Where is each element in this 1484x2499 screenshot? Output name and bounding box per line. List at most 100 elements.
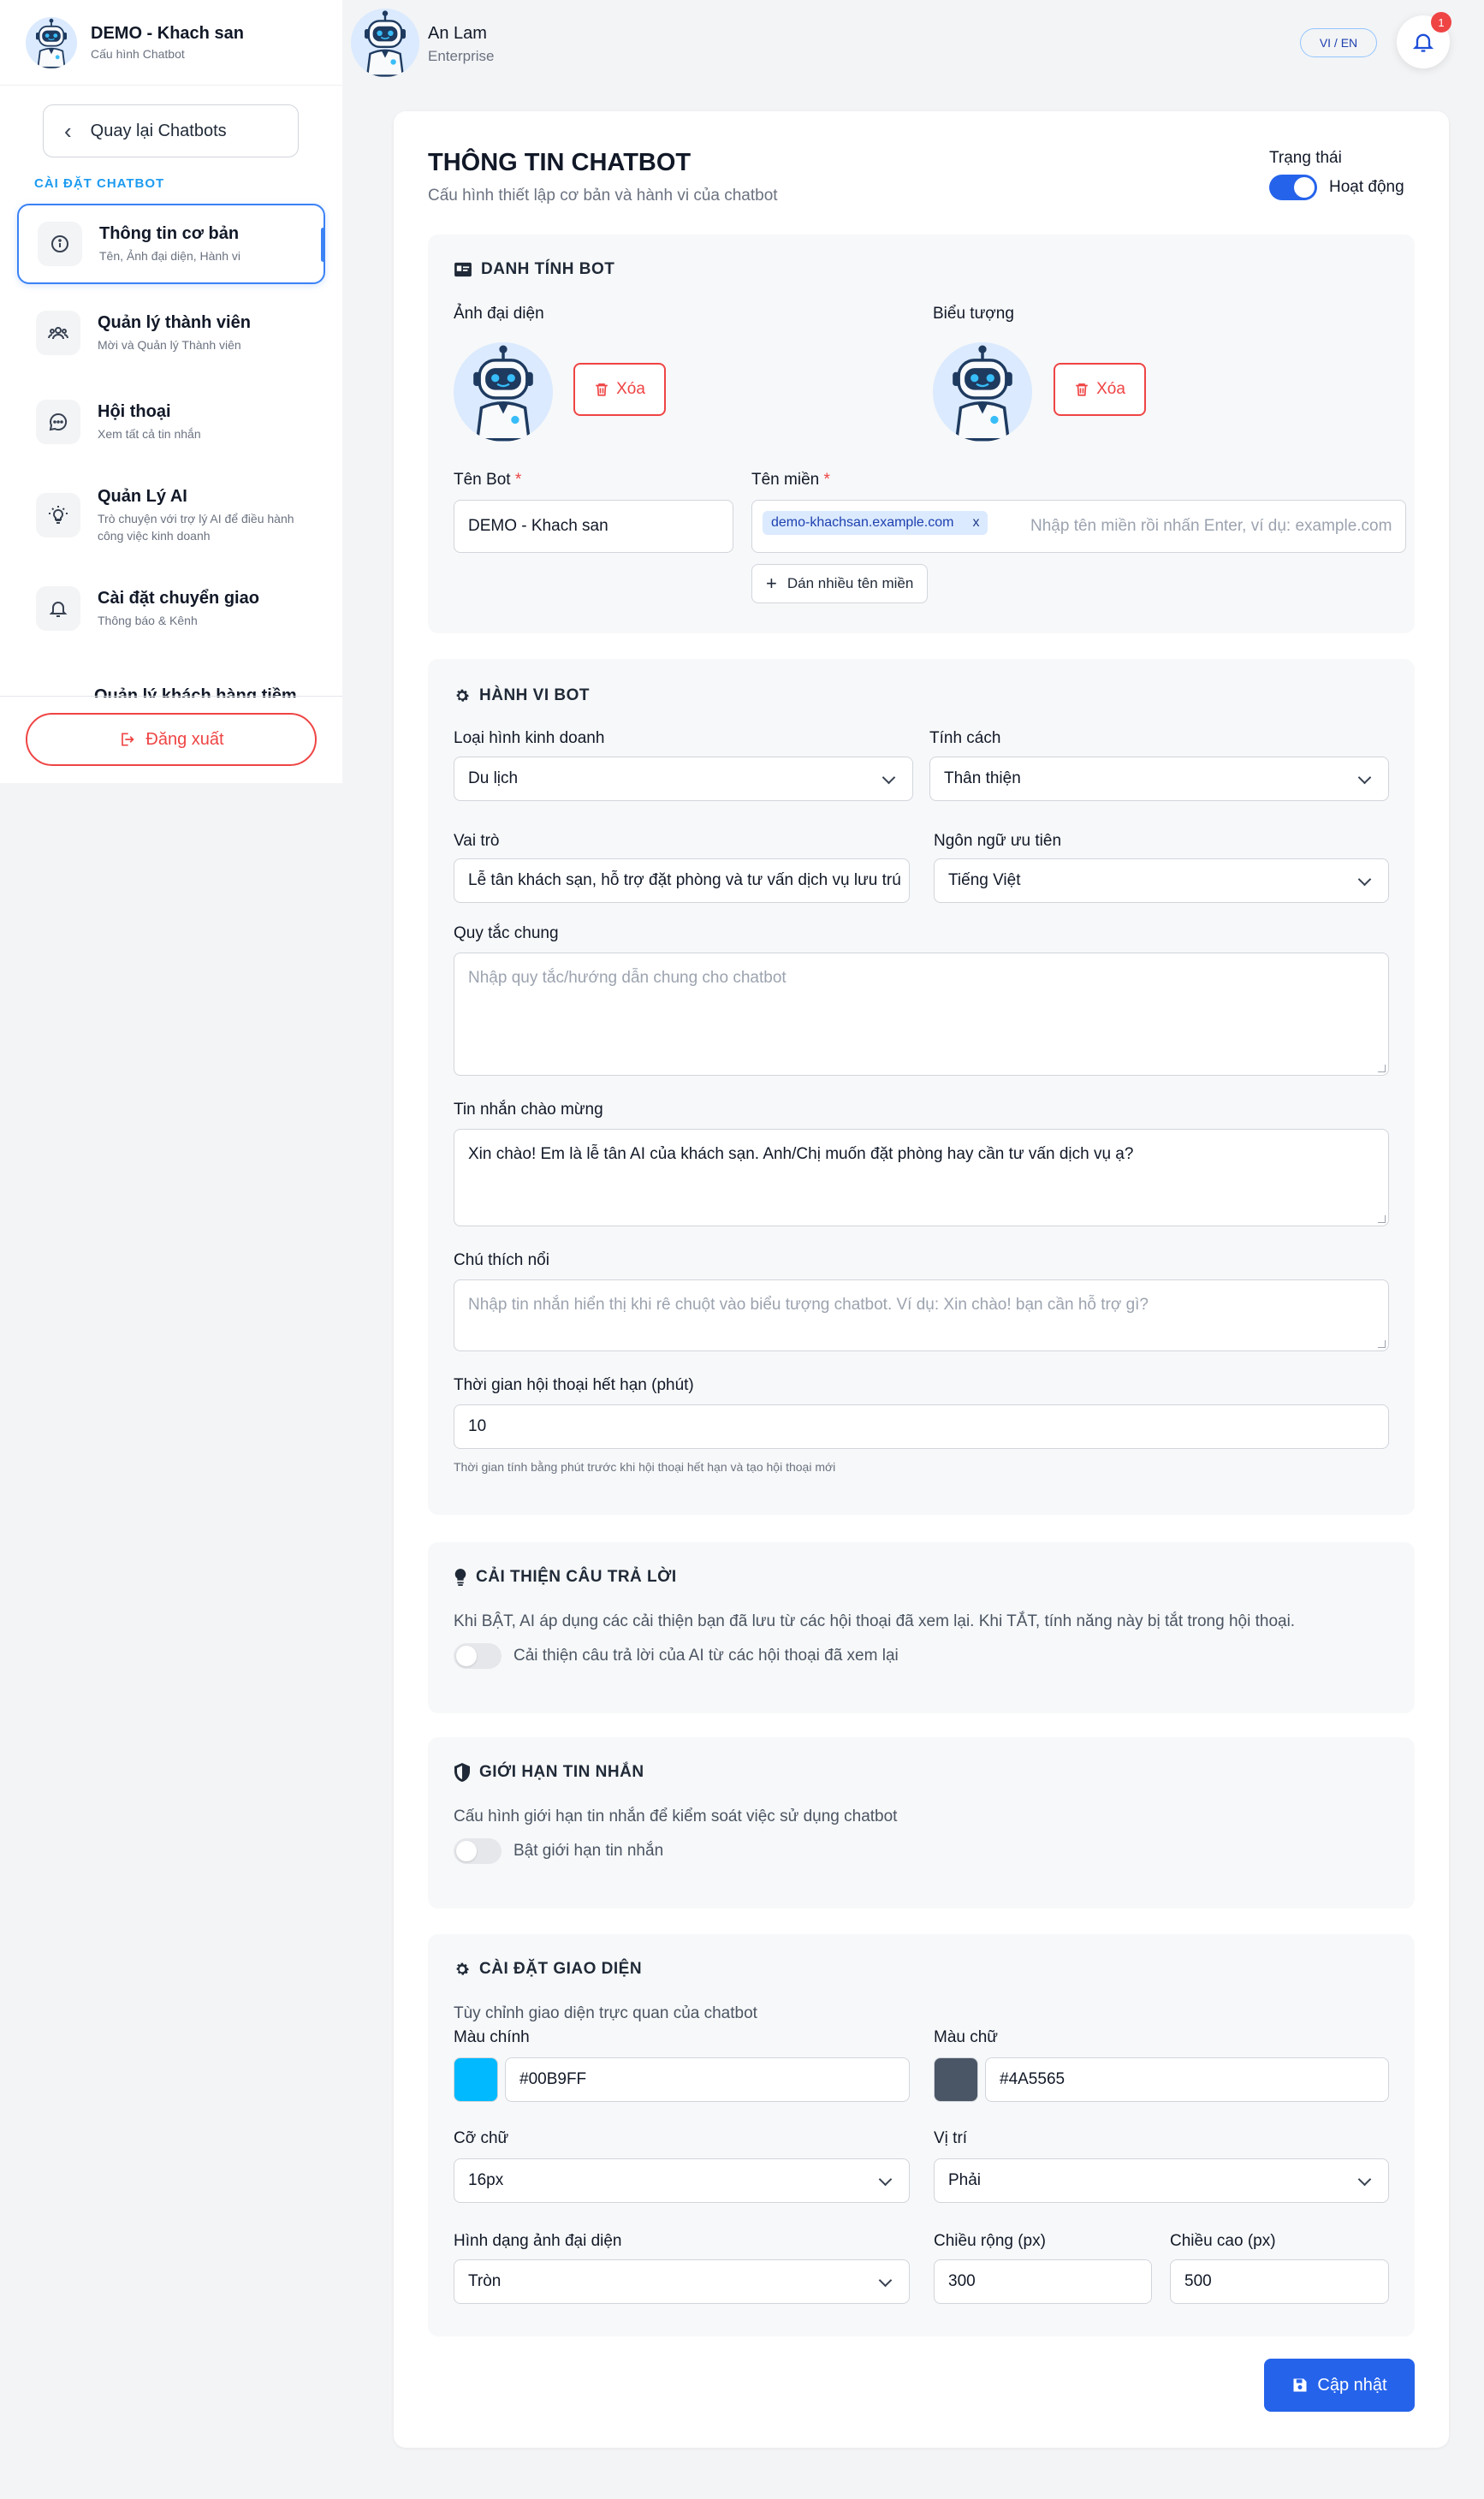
domain-tag: demo-khachsan.example.com x xyxy=(763,511,988,535)
message-limit-panel: GIỚI HẠN TIN NHẮN Cấu hình giới hạn tin … xyxy=(428,1737,1415,1908)
business-type-label: Loại hình kinh doanh xyxy=(454,729,605,747)
welcome-message-textarea[interactable]: Xin chào! Em là lễ tân AI của khách sạn.… xyxy=(454,1129,1389,1226)
rules-textarea[interactable]: Nhập quy tắc/hướng dẫn chung cho chatbot xyxy=(454,953,1389,1076)
remove-domain-icon[interactable]: x xyxy=(972,515,979,531)
icon-label: Biểu tượng xyxy=(933,305,1014,323)
welcome-message-label: Tin nhắn chào mừng xyxy=(454,1101,603,1119)
bot-icon-image[interactable] xyxy=(933,342,1032,442)
update-button[interactable]: Cập nhật xyxy=(1264,2359,1415,2412)
bot-behavior-heading: HÀNH VI BOT xyxy=(454,686,590,705)
bell-icon xyxy=(36,586,80,631)
timeout-input[interactable]: 10 xyxy=(454,1404,1389,1449)
info-icon xyxy=(38,222,82,266)
font-size-label: Cỡ chữ xyxy=(454,2129,509,2147)
delete-avatar-button[interactable]: Xóa xyxy=(573,363,666,416)
role-label: Vai trò xyxy=(454,832,500,850)
bot-identity-heading: DANH TÍNH BOT xyxy=(454,260,614,279)
avatar-label: Ảnh đại diện xyxy=(454,305,544,323)
logout-button[interactable]: Đăng xuất xyxy=(26,713,317,766)
chat-icon xyxy=(36,400,80,444)
primary-color-label: Màu chính xyxy=(454,2028,530,2046)
gear-icon xyxy=(456,689,469,702)
notification-badge: 1 xyxy=(1431,12,1451,33)
bot-name-input[interactable]: DEMO - Khach san xyxy=(454,500,733,553)
domain-input[interactable]: demo-khachsan.example.com x Nhập tên miền… xyxy=(751,500,1406,553)
timeout-label: Thời gian hội thoại hết hạn (phút) xyxy=(454,1376,694,1394)
delete-icon-button[interactable]: Xóa xyxy=(1054,363,1146,416)
height-input[interactable]: 500 xyxy=(1170,2259,1389,2304)
user-avatar[interactable] xyxy=(351,9,419,77)
sidebar-item-handover-settings[interactable]: Cài đặt chuyển giao Thông báo & Kênh xyxy=(17,568,325,649)
sidebar-item-subtitle: Thông báo & Kênh xyxy=(98,613,198,627)
language-switch[interactable]: VI / EN xyxy=(1300,28,1377,57)
bot-subtitle: Cấu hình Chatbot xyxy=(91,47,185,61)
tooltip-textarea[interactable]: Nhập tin nhắn hiển thị khi rê chuột vào … xyxy=(454,1279,1389,1351)
save-icon xyxy=(1293,2378,1307,2392)
chevron-left-icon: ‹ xyxy=(64,117,72,144)
appearance-description: Tùy chỉnh giao diện trực quan của chatbo… xyxy=(454,2004,757,2022)
bot-name-label: Tên Bot * xyxy=(454,471,522,489)
lightbulb-icon xyxy=(36,493,80,537)
tooltip-label: Chú thích nổi xyxy=(454,1251,549,1269)
paste-multiple-domains-button[interactable]: + Dán nhiều tên miền xyxy=(751,564,929,603)
message-limit-toggle[interactable] xyxy=(454,1838,502,1864)
personality-select[interactable]: Thân thiện xyxy=(929,757,1389,801)
appearance-panel: CÀI ĐẶT GIAO DIỆN Tùy chỉnh giao diện tr… xyxy=(428,1934,1415,2336)
gear-icon xyxy=(456,1962,469,1975)
appearance-heading: CÀI ĐẶT GIAO DIỆN xyxy=(454,1960,642,1979)
position-select[interactable]: Phải xyxy=(934,2158,1389,2203)
sidebar-item-leads[interactable]: Quản lý khách hàng tiềm xyxy=(94,680,308,697)
avatar-shape-select[interactable]: Tròn xyxy=(454,2259,910,2304)
improve-answers-toggle-label: Cải thiện câu trả lời của AI từ các hội … xyxy=(513,1647,899,1665)
shield-icon xyxy=(454,1763,470,1782)
bot-name: DEMO - Khach san xyxy=(91,24,244,43)
text-color-swatch[interactable] xyxy=(934,2057,978,2102)
sidebar-item-basic-info[interactable]: Thông tin cơ bản Tên, Ảnh đại diện, Hành… xyxy=(17,204,325,284)
trash-icon xyxy=(1076,383,1088,396)
sidebar-section-label: CÀI ĐẶT CHATBOT xyxy=(34,176,165,191)
sidebar-item-title: Quản Lý AI xyxy=(98,486,187,506)
primary-color-input[interactable]: #00B9FF xyxy=(505,2057,910,2102)
primary-color-swatch[interactable] xyxy=(454,2057,498,2102)
improve-answers-toggle[interactable] xyxy=(454,1643,502,1669)
avatar-shape-label: Hình dạng ảnh đại diện xyxy=(454,2232,622,2250)
sidebar-nav: Thông tin cơ bản Tên, Ảnh đại diện, Hành… xyxy=(17,204,325,657)
back-label: Quay lại Chatbots xyxy=(90,121,227,140)
bot-avatar-image[interactable] xyxy=(454,342,553,442)
logout-icon xyxy=(122,733,135,746)
sidebar-item-conversations[interactable]: Hội thoại Xem tất cả tin nhắn xyxy=(17,382,325,462)
message-limit-description: Cấu hình giới hạn tin nhắn để kiểm soát … xyxy=(454,1807,898,1825)
position-label: Vị trí xyxy=(934,2129,968,2147)
trash-icon xyxy=(596,383,608,396)
id-card-icon xyxy=(454,262,472,277)
language-select[interactable]: Tiếng Việt xyxy=(934,858,1389,903)
role-input[interactable]: Lễ tân khách sạn, hỗ trợ đặt phòng và tư… xyxy=(454,858,910,903)
message-limit-heading: GIỚI HẠN TIN NHẮN xyxy=(454,1763,644,1782)
sidebar-item-title: Thông tin cơ bản xyxy=(99,223,240,243)
width-label: Chiều rộng (px) xyxy=(934,2232,1046,2250)
domain-label: Tên miền * xyxy=(751,471,830,489)
sidebar-item-subtitle: Trò chuyện với trợ lý AI để điều hành cô… xyxy=(98,511,294,543)
topbar: An Lam Enterprise VI / EN 1 xyxy=(342,0,1484,86)
sidebar-item-members[interactable]: Quản lý thành viên Mời và Quản lý Thành … xyxy=(17,293,325,373)
bell-icon xyxy=(1412,33,1434,52)
message-limit-toggle-label: Bật giới hạn tin nhắn xyxy=(513,1842,664,1860)
status-toggle[interactable] xyxy=(1269,175,1317,200)
status-label: Trạng thái xyxy=(1269,149,1342,167)
improve-answers-heading: CẢI THIỆN CÂU TRẢ LỜI xyxy=(454,1568,677,1587)
user-name: An Lam xyxy=(428,24,487,43)
text-color-input[interactable]: #4A5565 xyxy=(985,2057,1389,2102)
back-to-chatbots-button[interactable]: ‹ Quay lại Chatbots xyxy=(43,104,299,157)
font-size-select[interactable]: 16px xyxy=(454,2158,910,2203)
rules-label: Quy tắc chung xyxy=(454,924,559,942)
page-title: THÔNG TIN CHATBOT xyxy=(428,149,692,176)
lightbulb-icon xyxy=(454,1569,466,1586)
sidebar-item-ai-management[interactable]: Quản Lý AI Trò chuyện với trợ lý AI để đ… xyxy=(17,471,325,560)
business-type-select[interactable]: Du lịch xyxy=(454,757,913,801)
width-input[interactable]: 300 xyxy=(934,2259,1152,2304)
logout-label: Đăng xuất xyxy=(145,729,224,749)
sidebar-item-title: Quản lý thành viên xyxy=(98,312,251,332)
improve-answers-description: Khi BẬT, AI áp dụng các cải thiện bạn đã… xyxy=(454,1612,1296,1630)
sidebar-item-subtitle: Xem tất cả tin nhắn xyxy=(98,426,201,441)
language-label: Ngôn ngữ ưu tiên xyxy=(934,832,1062,850)
